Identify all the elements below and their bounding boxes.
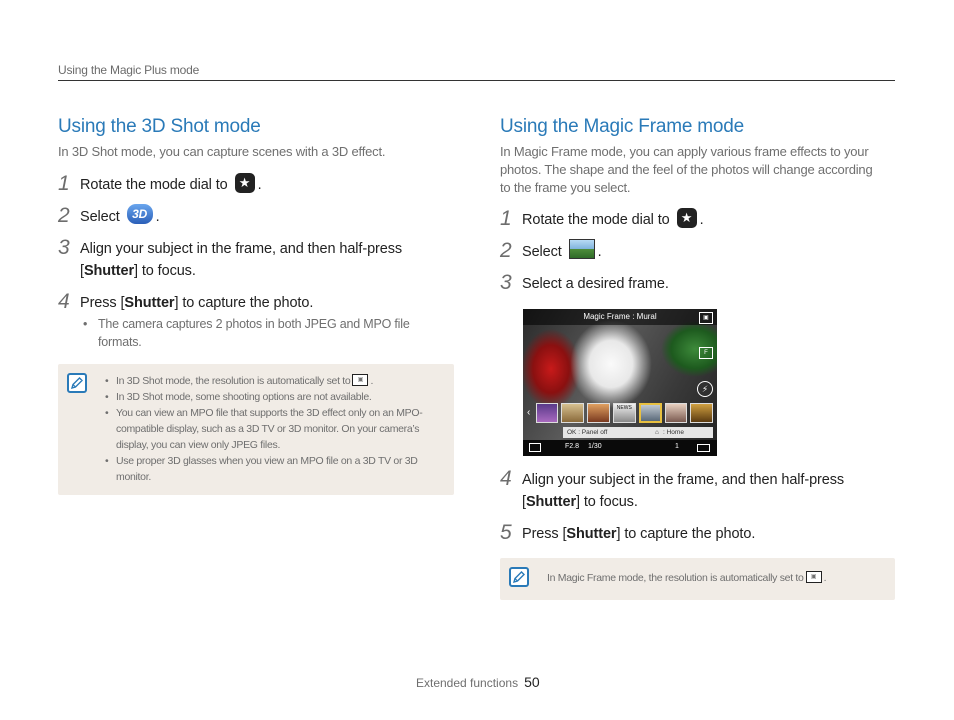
step-text: Select a desired frame.: [522, 276, 669, 292]
step-1-3d: 1 Rotate the mode dial to ★.: [58, 172, 262, 196]
step-number: 5: [500, 521, 512, 544]
frame-thumbnail[interactable]: [535, 403, 559, 423]
step-number: 4: [500, 467, 512, 490]
screen-bottom-bar: F2.8 1/30 1: [523, 440, 717, 456]
note-text: In Magic Frame mode, the resolution is a…: [547, 571, 827, 584]
step-3-3d: 3 Align your subject in the frame, and t…: [58, 236, 438, 282]
hint-home: : Home: [663, 429, 684, 436]
shutter-speed-value: 1/30: [588, 443, 602, 450]
list-item: You can view an MPO file that supports t…: [105, 405, 435, 453]
shot-count: 1: [675, 443, 679, 450]
frame-thumbnail[interactable]: [690, 403, 714, 423]
star-icon: ★: [234, 173, 255, 194]
hint-ok: OK : Panel off: [567, 429, 608, 436]
step-number: 3: [58, 236, 70, 259]
flash-icon: ⚡: [697, 381, 713, 397]
step-text: Align your subject in the frame, and the…: [522, 472, 845, 510]
step-5-magic: 5 Press [Shutter] to capture the photo.: [500, 521, 756, 545]
screen-title: Magic Frame : Mural: [583, 312, 657, 321]
step-text: Select 3D.: [80, 204, 160, 228]
footer-label: Extended functions: [416, 676, 519, 690]
home-icon: ⌂: [655, 429, 659, 436]
step-text: Select .: [522, 239, 602, 263]
step-2-magic: 2 Select .: [500, 239, 602, 263]
magic-frame-icon: [568, 239, 595, 260]
frame-thumbnail-strip[interactable]: ‹ NEWS: [527, 403, 714, 425]
section-title-magic-frame: Using the Magic Frame mode: [500, 116, 745, 137]
frame-thumbnail-selected[interactable]: [638, 403, 662, 423]
stabilizer-icon: [529, 443, 541, 452]
list-item: Use proper 3D glasses when you view an M…: [105, 453, 435, 485]
camera-screen: Magic Frame : Mural ▣ F ⚡ ‹ NEWS OK : Pa…: [523, 309, 717, 456]
step-number: 1: [58, 172, 70, 195]
step-4-3d: 4 Press [Shutter] to capture the photo.: [58, 290, 314, 314]
step-number: 2: [500, 239, 512, 262]
step-text: Press [Shutter] to capture the photo.: [522, 526, 756, 542]
list-item: In 3D Shot mode, the resolution is autom…: [105, 373, 435, 389]
section-title-3d-shot: Using the 3D Shot mode: [58, 116, 261, 137]
note-box-magic-frame: In Magic Frame mode, the resolution is a…: [500, 558, 895, 600]
step-text: Rotate the mode dial to ★.: [522, 208, 704, 229]
step-number: 4: [58, 290, 70, 313]
frame-thumbnail[interactable]: [561, 403, 585, 423]
resolution-icon: ▣: [352, 374, 369, 387]
step-4-bullets: The camera captures 2 photos in both JPE…: [81, 315, 441, 351]
step-number: 2: [58, 204, 70, 227]
step-4-magic: 4 Align your subject in the frame, and t…: [500, 467, 885, 513]
header-divider: [58, 80, 895, 81]
section-intro-magic-frame: In Magic Frame mode, you can apply vario…: [500, 144, 873, 195]
page-number: 50: [524, 674, 540, 690]
section-intro-3d-shot: In 3D Shot mode, you can capture scenes …: [58, 144, 386, 159]
page-footer: Extended functions 50: [416, 674, 540, 690]
3d-mode-icon: 3D: [126, 204, 153, 225]
step-3-magic: 3 Select a desired frame.: [500, 271, 669, 295]
step-1-magic: 1 Rotate the mode dial to ★.: [500, 207, 704, 231]
step-number: 3: [500, 271, 512, 294]
step-text: Rotate the mode dial to ★.: [80, 173, 262, 194]
frame-thumbnail[interactable]: [587, 403, 610, 423]
step-number: 1: [500, 207, 512, 230]
screen-hint-bar: OK : Panel off ⌂ : Home: [563, 427, 713, 438]
step-text: Press [Shutter] to capture the photo.: [80, 295, 314, 311]
battery-icon: [697, 444, 710, 452]
list-item: The camera captures 2 photos in both JPE…: [81, 315, 441, 351]
step-text: Align your subject in the frame, and the…: [80, 241, 403, 279]
star-icon: ★: [676, 208, 697, 229]
frame-thumbnail[interactable]: NEWS: [612, 403, 636, 423]
flash-off-icon: F: [699, 347, 713, 359]
note-pencil-icon: [509, 567, 529, 587]
aperture-value: F2.8: [565, 443, 580, 450]
resolution-icon: ▣: [699, 312, 713, 324]
frame-thumbnail[interactable]: [664, 403, 688, 423]
breadcrumb: Using the Magic Plus mode: [58, 63, 200, 77]
list-item: In 3D Shot mode, some shooting options a…: [105, 389, 435, 405]
chevron-left-icon[interactable]: ‹: [527, 403, 533, 425]
step-2-3d: 2 Select 3D.: [58, 204, 160, 228]
resolution-icon: ▣: [805, 571, 822, 584]
note-list: In 3D Shot mode, the resolution is autom…: [105, 373, 435, 485]
note-box-3d: In 3D Shot mode, the resolution is autom…: [58, 364, 454, 495]
note-pencil-icon: [67, 373, 87, 393]
